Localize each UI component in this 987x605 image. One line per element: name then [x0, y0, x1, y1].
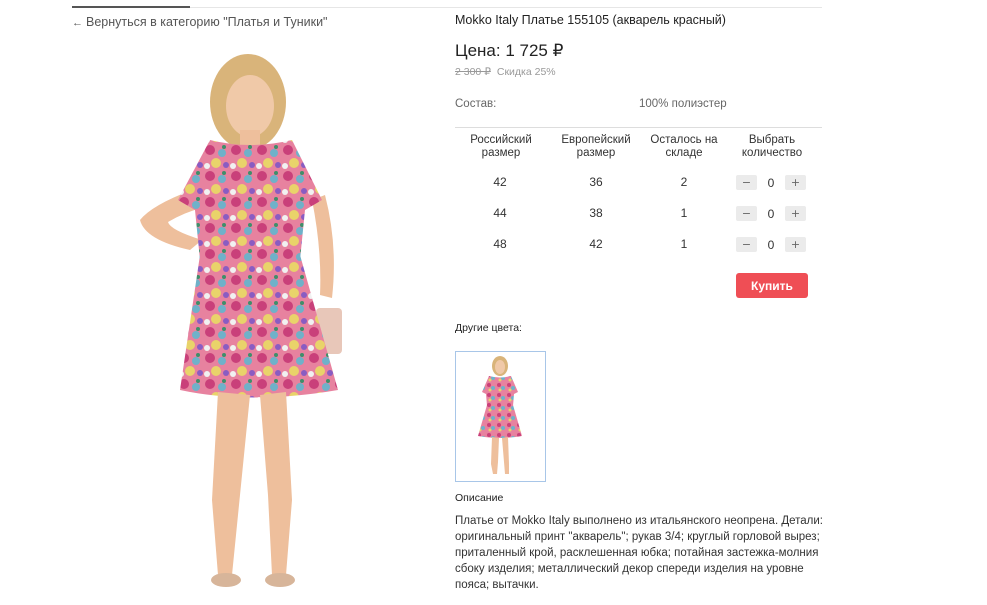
decrease-button[interactable]: −	[736, 237, 757, 252]
ru-size-cell: 48	[493, 237, 507, 251]
description-title: Описание	[455, 492, 504, 504]
ru-size-cell: 44	[493, 206, 507, 220]
size-row: 44 38 1 − 0 +	[455, 203, 822, 225]
eu-size-cell: 38	[589, 206, 603, 220]
increase-button[interactable]: +	[785, 175, 806, 190]
increase-button[interactable]: +	[785, 237, 806, 252]
quantity-value[interactable]: 0	[757, 238, 785, 252]
other-colors-label: Другие цвета:	[455, 322, 522, 334]
buy-button[interactable]: Купить	[736, 273, 808, 298]
thumbnail-photo	[478, 356, 522, 474]
size-row: 42 36 2 − 0 +	[455, 172, 822, 194]
tab-indicator	[72, 6, 190, 8]
eu-size-cell: 42	[589, 237, 603, 251]
stock-cell: 1	[680, 237, 688, 251]
increase-button[interactable]: +	[785, 206, 806, 221]
composition-value: 100% полиэстер	[639, 98, 727, 110]
decrease-button[interactable]: −	[736, 206, 757, 221]
composition-label: Состав:	[455, 98, 497, 110]
header-choose-qty: Выбрать количество	[741, 134, 803, 159]
back-to-category-link[interactable]: ← Вернуться в категорию "Платья и Туники"	[72, 15, 328, 29]
eu-size-cell: 36	[589, 175, 603, 189]
back-arrow-icon: ←	[72, 17, 83, 29]
quantity-stepper: − 0 +	[736, 175, 806, 190]
divider	[455, 127, 822, 128]
product-title: Mokko Italy Платье 155105 (акварель крас…	[455, 13, 726, 27]
discount-label: Скидка 25%	[496, 66, 556, 78]
size-row: 48 42 1 − 0 +	[455, 234, 822, 256]
quantity-stepper: − 0 +	[736, 206, 806, 221]
old-price-block: 2 300 ₽ Скидка 25%	[455, 66, 556, 78]
decrease-button[interactable]: −	[736, 175, 757, 190]
quantity-stepper: − 0 +	[736, 237, 806, 252]
quantity-value[interactable]: 0	[757, 207, 785, 221]
description-text: Платье от Mokko Italy выполнено из италь…	[455, 515, 823, 591]
ru-size-cell: 42	[493, 175, 507, 189]
header-eu-size: Европейский размер	[561, 134, 631, 159]
header-ru-size: Российский размер	[470, 134, 532, 159]
product-price: Цена: 1 725 ₽	[455, 41, 564, 60]
other-color-thumbnail[interactable]	[455, 351, 546, 482]
quantity-value[interactable]: 0	[757, 176, 785, 190]
header-stock: Осталось на складе	[650, 134, 718, 159]
back-link-label: Вернуться в категорию "Платья и Туники"	[86, 15, 328, 29]
stock-cell: 1	[680, 206, 688, 220]
product-main-photo[interactable]	[100, 40, 390, 595]
stock-cell: 2	[680, 175, 688, 189]
old-price: 2 300 ₽	[455, 66, 491, 78]
